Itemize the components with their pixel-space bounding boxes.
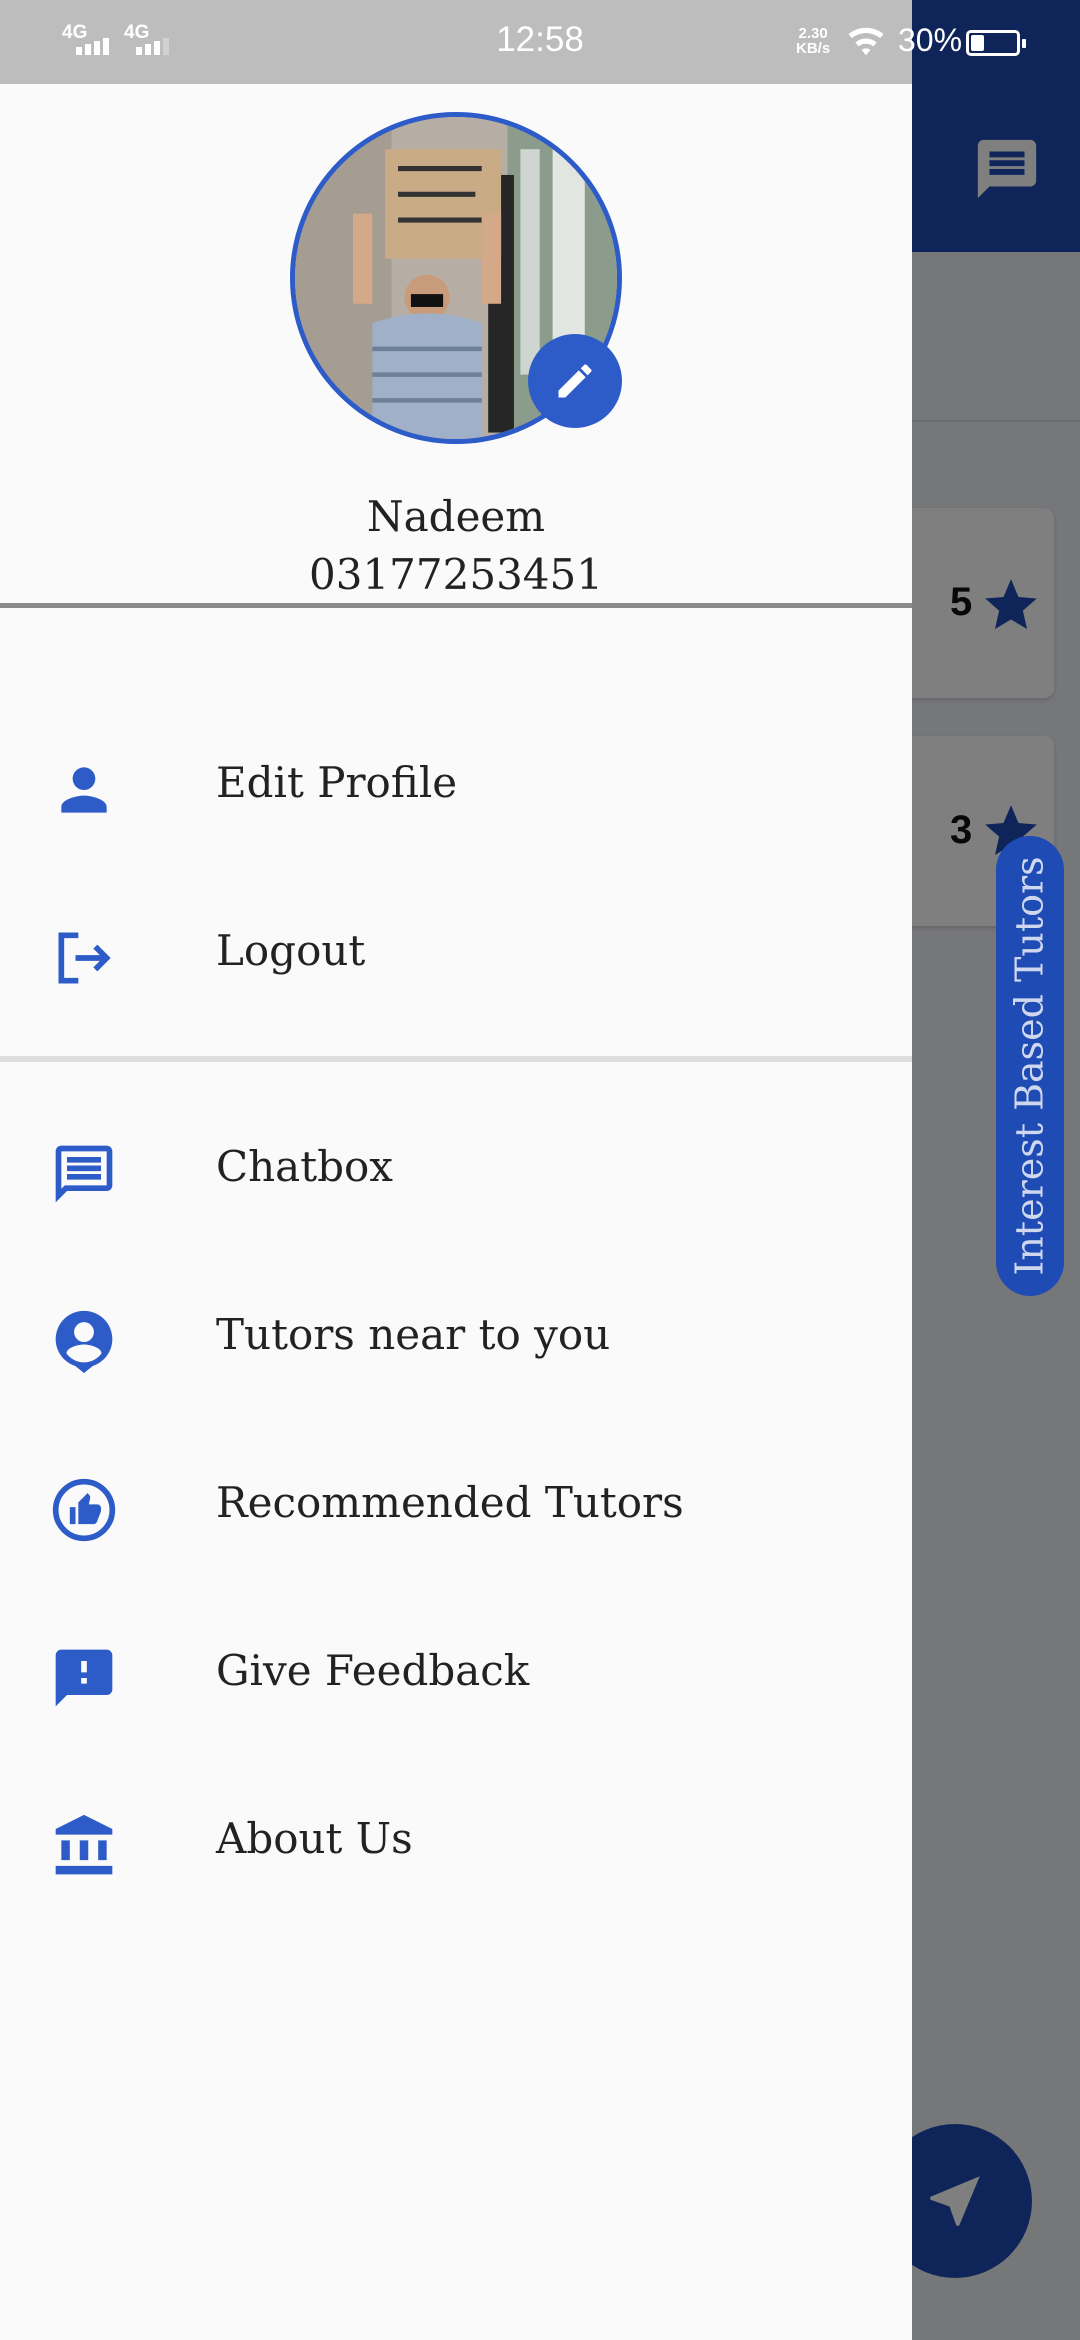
menu-item-logout[interactable]: Logout	[0, 894, 912, 1014]
wifi-icon	[848, 27, 884, 56]
header-divider	[0, 603, 912, 608]
menu-item-label: Tutors near to you	[216, 1310, 611, 1359]
user-phone: 03177253451	[309, 550, 603, 599]
menu-item-edit-profile[interactable]: Edit Profile	[0, 726, 912, 846]
interest-based-tutors-tab[interactable]: Interest Based Tutors	[996, 836, 1064, 1296]
person-icon	[61, 767, 107, 813]
menu-item-chatbox[interactable]: Chatbox	[0, 1110, 912, 1230]
menu-item-give-feedback[interactable]: Give Feedback	[0, 1614, 912, 1734]
menu-item-label: Logout	[216, 926, 366, 975]
network-speed-value: 2.30	[798, 25, 828, 42]
menu-item-label: Give Feedback	[216, 1646, 530, 1695]
menu-item-label: Chatbox	[216, 1142, 393, 1191]
section-divider	[0, 1056, 912, 1062]
menu-item-tutors-near-you[interactable]: Tutors near to you	[0, 1278, 912, 1398]
menu-item-recommended-tutors[interactable]: Recommended Tutors	[0, 1446, 912, 1566]
menu-item-about-us[interactable]: About Us	[0, 1782, 912, 1902]
battery-percent: 30%	[898, 22, 963, 58]
battery-icon	[966, 30, 1026, 56]
pencil-icon	[558, 364, 592, 398]
status-bar: 4G 4G 12:58 2.30 KB/s 30%	[0, 0, 1080, 84]
network-speed: 2.30 KB/s	[796, 26, 830, 56]
person-pin-icon	[55, 1310, 113, 1374]
edit-avatar-button[interactable]	[528, 334, 622, 428]
thumb-up-icon	[52, 1478, 116, 1542]
chat-icon	[55, 1145, 113, 1203]
navigation-drawer: Nadeem 03177253451 Edit Profile Logout C…	[0, 0, 912, 2340]
feedback-icon	[55, 1649, 113, 1707]
menu-item-label: Recommended Tutors	[216, 1478, 684, 1527]
institution-icon	[55, 1814, 113, 1875]
user-name: Nadeem	[366, 492, 546, 541]
interest-based-tutors-label: Interest Based Tutors	[1008, 856, 1053, 1276]
menu-item-label: About Us	[216, 1814, 413, 1863]
menu-item-label: Edit Profile	[216, 758, 458, 807]
network-speed-unit: KB/s	[796, 40, 831, 57]
logout-icon	[58, 932, 111, 984]
